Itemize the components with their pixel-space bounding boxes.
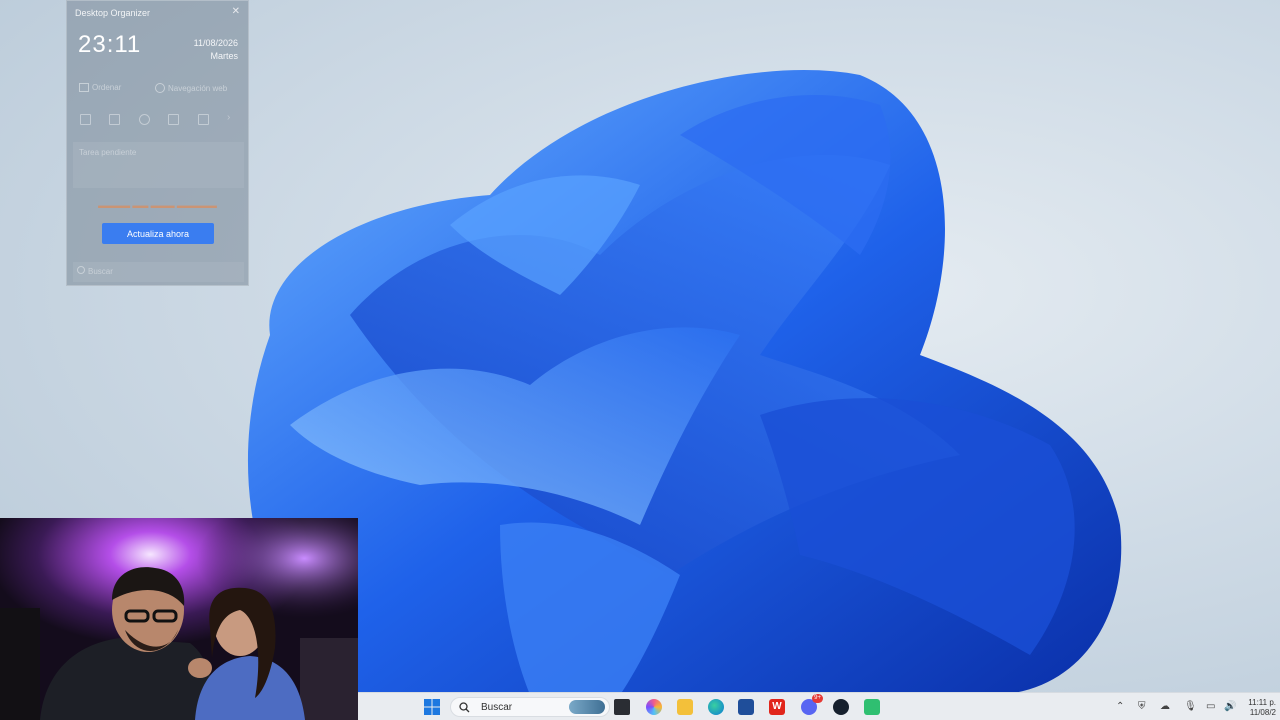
folder-icon[interactable] bbox=[80, 114, 91, 125]
upgrade-notice: ▬▬▬▬ ▬▬ ▬▬▬ ▬▬▬▬▬ bbox=[98, 201, 217, 210]
edge-browser-icon[interactable] bbox=[708, 699, 724, 715]
organizer-date-block: 11/08/2026 Martes bbox=[194, 37, 238, 63]
search-icon bbox=[459, 702, 470, 713]
taskbar: Buscar W 9+ ⌃ ⛨ ☁ 🎙 ▭ 🔊 11:11 p. 11/08/2 bbox=[358, 692, 1280, 720]
taskbar-date: 11/08/2 bbox=[1249, 708, 1276, 717]
upgrade-now-button[interactable]: Actualiza ahora bbox=[102, 223, 214, 244]
taskbar-time: 11:11 p. bbox=[1248, 698, 1276, 707]
organizer-date: 11/08/2026 bbox=[193, 38, 238, 48]
store-icon[interactable] bbox=[738, 699, 754, 715]
organizer-weekday: Martes bbox=[210, 51, 238, 61]
organizer-search-placeholder: Buscar bbox=[88, 267, 113, 276]
globe-icon bbox=[155, 83, 165, 93]
organizer-clock: 23:11 bbox=[78, 31, 142, 58]
file-explorer-icon[interactable] bbox=[677, 699, 693, 715]
onedrive-icon[interactable]: ☁ bbox=[1160, 701, 1170, 712]
microphone-icon[interactable]: 🎙 bbox=[1184, 701, 1197, 712]
web-nav-label: Navegación web bbox=[168, 83, 228, 93]
search-icon bbox=[77, 266, 85, 274]
discord-notification-badge: 9+ bbox=[812, 694, 823, 703]
network-icon[interactable]: ▭ bbox=[1206, 701, 1215, 712]
task-input[interactable]: Tarea pendiente bbox=[73, 142, 244, 188]
task-placeholder: Tarea pendiente bbox=[79, 148, 137, 157]
windows-logo-icon bbox=[424, 699, 440, 715]
wps-office-icon[interactable]: W bbox=[769, 699, 785, 715]
webcam-feed-image bbox=[0, 518, 358, 720]
steam-icon[interactable] bbox=[833, 699, 849, 715]
app-icon[interactable] bbox=[864, 699, 880, 715]
monitor-icon bbox=[79, 83, 89, 92]
copilot-icon[interactable] bbox=[646, 699, 662, 715]
chevron-up-icon[interactable]: ⌃ bbox=[1116, 701, 1124, 712]
webcam-overlay bbox=[0, 518, 358, 720]
image-icon[interactable] bbox=[109, 114, 120, 125]
organizer-search-input[interactable]: Buscar bbox=[73, 262, 244, 282]
taskbar-search-placeholder: Buscar bbox=[481, 702, 513, 713]
desktop: Desktop Organizer ✕ 23:11 11/08/2026 Mar… bbox=[0, 0, 1280, 720]
eye-icon[interactable] bbox=[139, 114, 150, 125]
shield-icon[interactable]: ⛨ bbox=[1138, 701, 1146, 712]
bookmark-icon[interactable] bbox=[198, 114, 209, 125]
discord-icon[interactable]: 9+ bbox=[801, 694, 823, 715]
close-icon[interactable]: ✕ bbox=[232, 6, 240, 17]
chevron-right-icon[interactable]: › bbox=[227, 112, 230, 123]
order-button[interactable]: Ordenar bbox=[79, 83, 121, 92]
volume-icon[interactable]: 🔊 bbox=[1224, 701, 1236, 712]
order-label: Ordenar bbox=[92, 83, 122, 92]
task-view-icon[interactable] bbox=[614, 699, 630, 715]
search-highlight-icon bbox=[569, 700, 605, 714]
organizer-title: Desktop Organizer bbox=[75, 8, 151, 18]
taskbar-search-input[interactable]: Buscar bbox=[450, 697, 610, 717]
desktop-organizer-widget[interactable]: Desktop Organizer ✕ 23:11 11/08/2026 Mar… bbox=[66, 0, 249, 286]
windows-start-button[interactable] bbox=[424, 699, 440, 715]
calculator-icon[interactable] bbox=[168, 114, 179, 125]
web-nav-button[interactable]: Navegación web bbox=[155, 83, 227, 93]
taskbar-clock[interactable]: 11:11 p. 11/08/2 bbox=[1248, 698, 1276, 718]
